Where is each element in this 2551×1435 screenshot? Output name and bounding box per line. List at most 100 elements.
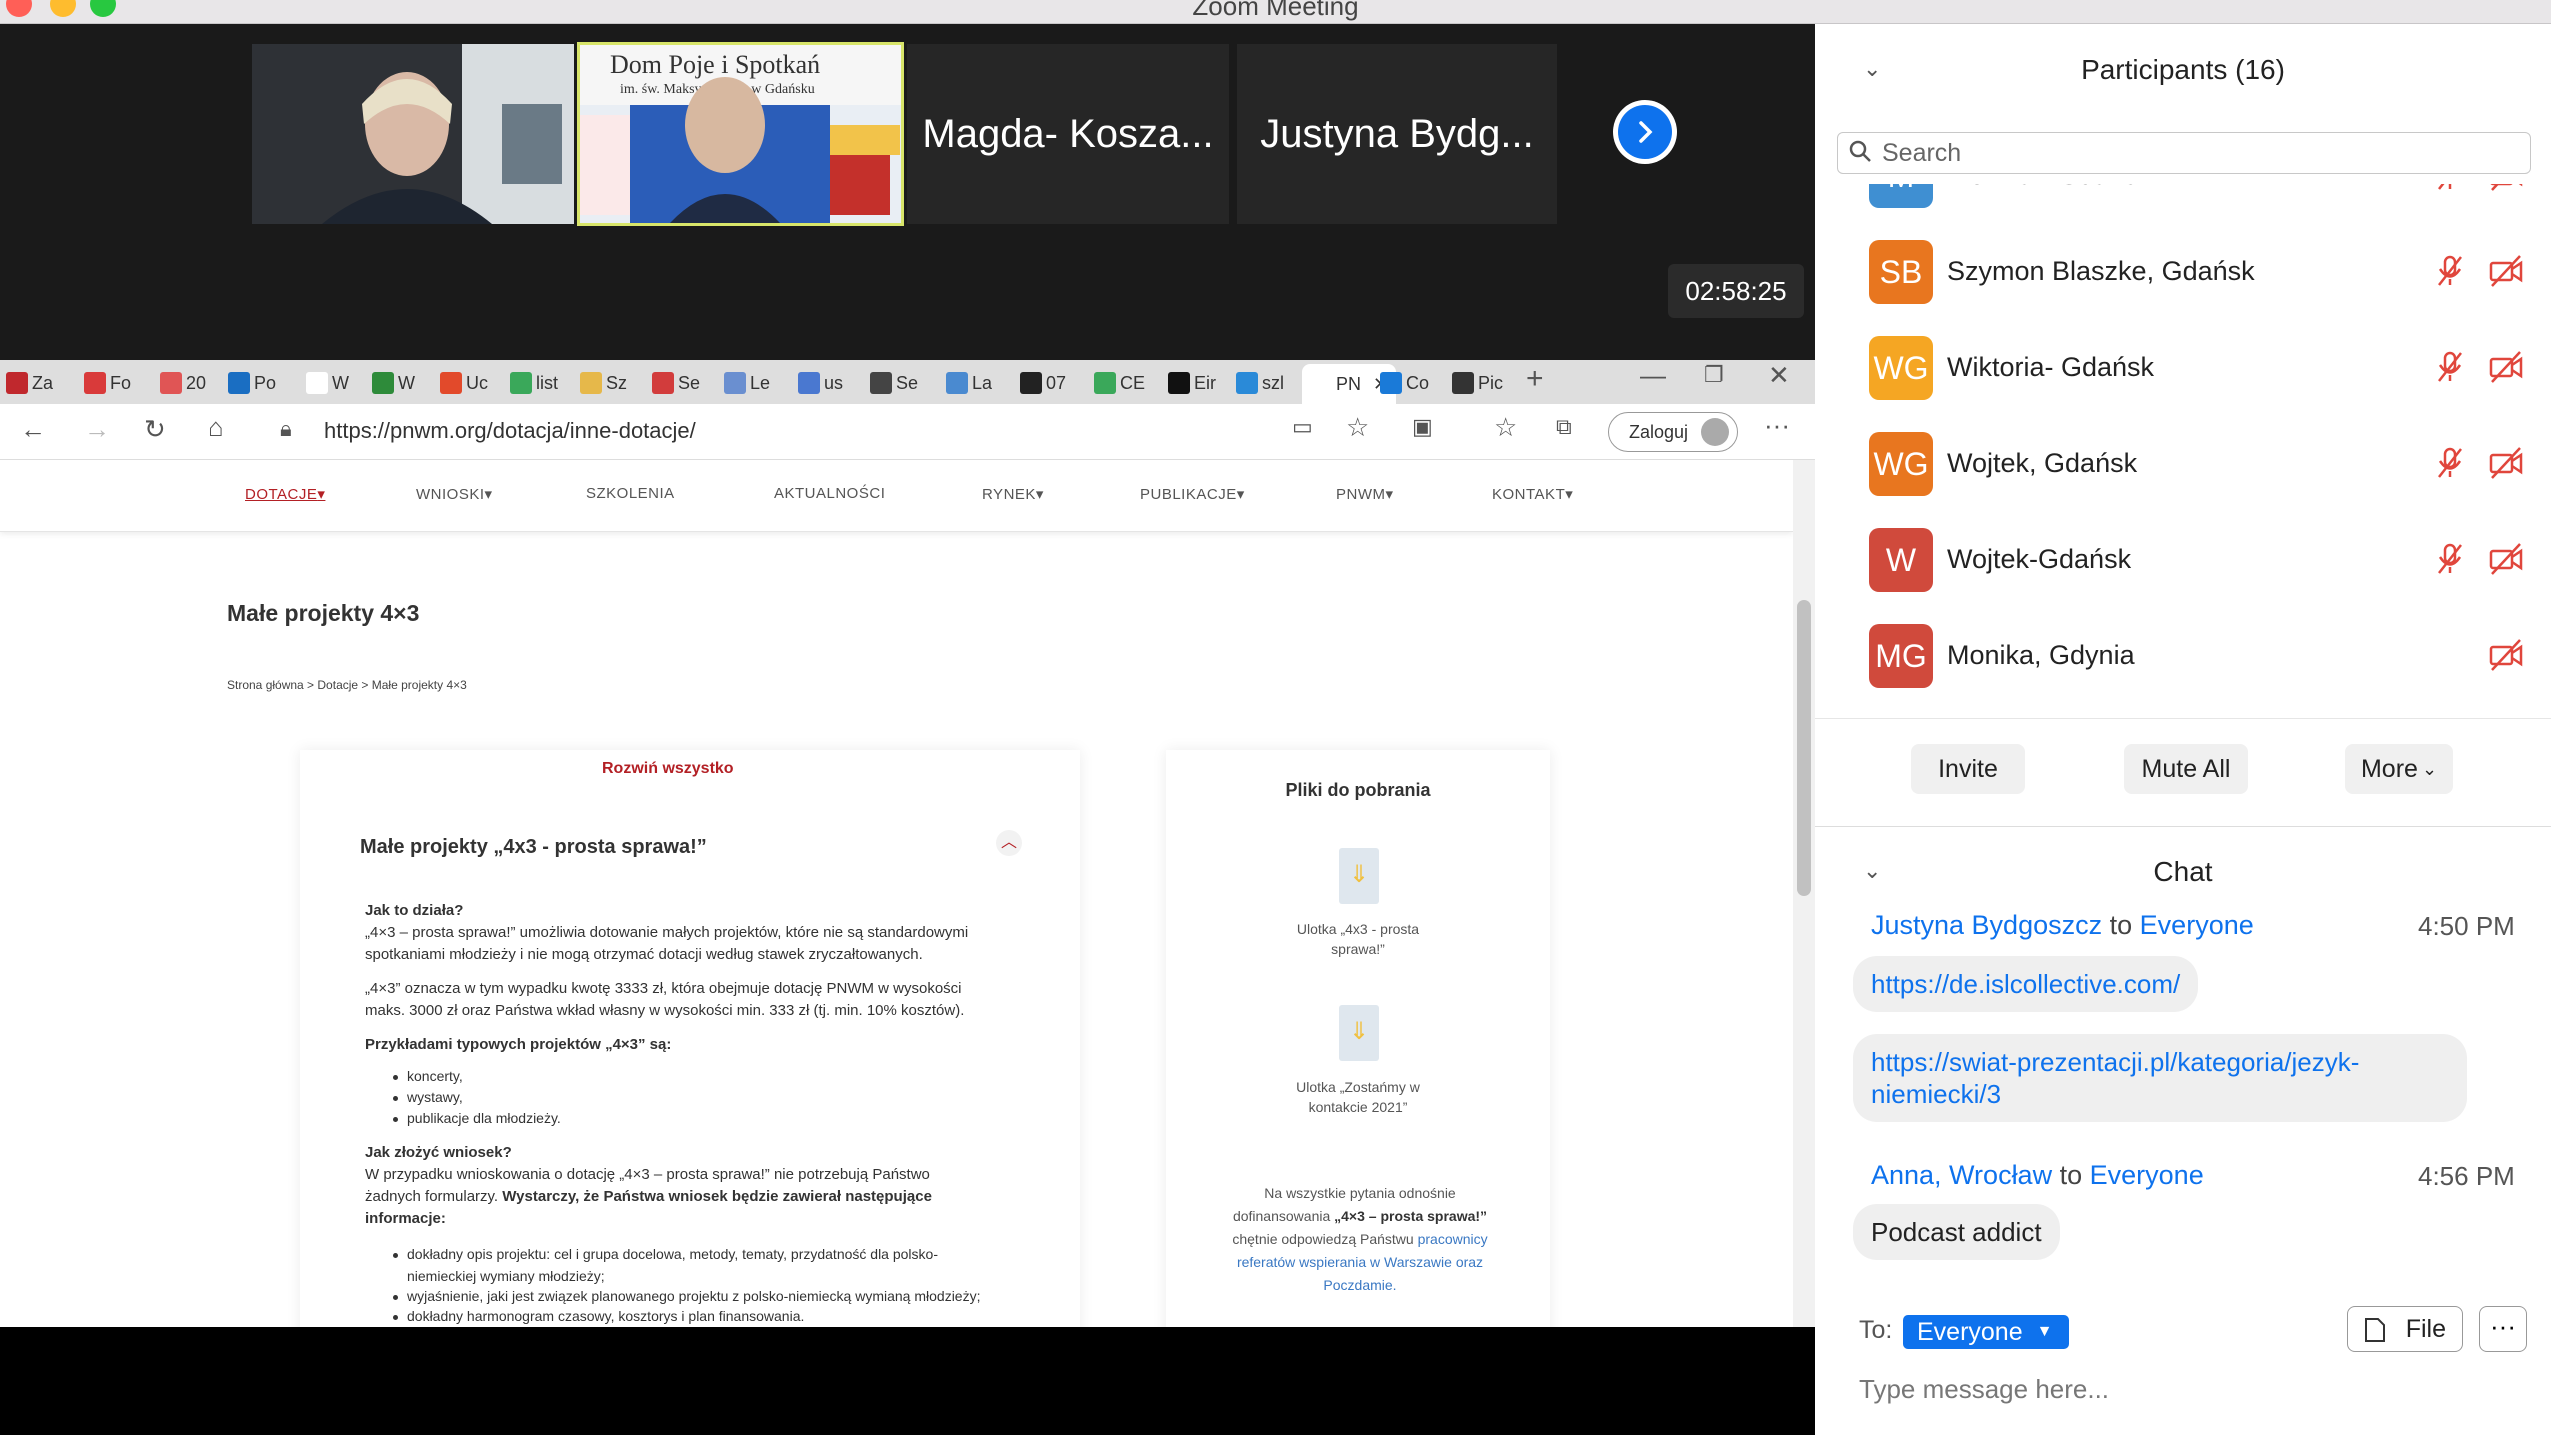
contact-link[interactable]: referatów wspierania w Warszawie oraz [1210, 1251, 1510, 1274]
browser-tab[interactable]: W [372, 366, 415, 400]
browser-tab[interactable]: Za [6, 366, 53, 400]
browser-tab[interactable]: La [946, 366, 992, 400]
participant-row[interactable]: WG Wojtek, Gdańsk [1815, 418, 2551, 514]
forward-icon[interactable]: → [84, 414, 110, 445]
microphone-muted-icon[interactable] [2433, 254, 2467, 288]
tab-favicon-icon [1236, 372, 1258, 394]
chevron-right-icon [1618, 105, 1672, 159]
browser-tab[interactable]: us [798, 366, 843, 400]
browser-tab[interactable]: Uc [440, 366, 488, 400]
video-off-icon[interactable] [2489, 446, 2523, 480]
reload-icon[interactable]: ↻ [144, 414, 166, 445]
file-button[interactable]: File [2347, 1306, 2463, 1352]
video-off-icon[interactable] [2489, 350, 2523, 384]
scrollbar-thumb[interactable] [1797, 600, 1811, 896]
tab-label: szl [1262, 372, 1284, 393]
video-thumbnail[interactable]: Magda- Kosza... [907, 44, 1229, 224]
browser-tab[interactable]: Po [228, 366, 276, 400]
extension-icon[interactable]: ▣ [1412, 414, 1433, 440]
browser-tab[interactable]: W [306, 366, 349, 400]
site-navigation: DOTACJE▾ WNIOSKI▾ SZKOLENIA AKTUALNOŚCI … [0, 460, 1793, 532]
nav-item-wnioski[interactable]: WNIOSKI▾ [416, 485, 493, 503]
page-scrollbar[interactable] [1793, 460, 1815, 1327]
more-button[interactable]: More ⌄ [2345, 744, 2453, 794]
browser-tab[interactable]: Se [870, 366, 918, 400]
close-icon[interactable]: ✕ [1768, 360, 1790, 391]
login-button[interactable]: Zaloguj [1608, 412, 1738, 452]
more-icon[interactable]: ··· [1764, 410, 1790, 441]
chat-message-link[interactable]: https://swiat-prezentacji.pl/kategoria/j… [1853, 1034, 2467, 1122]
video-thumbnail-active-speaker[interactable]: Dom Poje i Spotkań im. św. Maksymili ego… [577, 42, 904, 226]
microphone-muted-icon[interactable] [2433, 350, 2467, 384]
nav-item-aktualnosci[interactable]: AKTUALNOŚCI [774, 485, 885, 502]
accordion-title[interactable]: Małe projekty „4x3 - prosta sprawa!” [360, 836, 707, 859]
browser-tab[interactable]: Pic [1452, 366, 1503, 400]
contact-link[interactable]: Poczdamie. [1210, 1274, 1510, 1297]
chat-more-button[interactable]: ··· [2479, 1306, 2527, 1352]
favorites-icon[interactable]: ☆ [1494, 412, 1517, 443]
nav-item-publikacje[interactable]: PUBLIKACJE▾ [1140, 485, 1245, 503]
recipient-select[interactable]: Everyone ▼ [1903, 1315, 2069, 1349]
participant-name: Monika - Gdańsk [1947, 184, 2151, 191]
nav-item-kontakt[interactable]: KONTAKT▾ [1492, 485, 1573, 503]
nav-item-szkolenia[interactable]: SZKOLENIA [586, 485, 675, 502]
browser-tab[interactable]: Le [724, 366, 770, 400]
video-off-icon[interactable] [2489, 638, 2523, 672]
browser-tab[interactable]: CE [1094, 366, 1145, 400]
video-off-icon[interactable] [2489, 184, 2523, 192]
contact-link[interactable]: pracownicy [1418, 1231, 1488, 1247]
file-download-icon[interactable] [1339, 1005, 1379, 1061]
participant-row[interactable]: MG Monika, Gdynia [1815, 610, 2551, 706]
meeting-timer: 02:58:25 [1668, 264, 1804, 318]
invite-button[interactable]: Invite [1911, 744, 2025, 794]
microphone-muted-icon[interactable] [2433, 542, 2467, 576]
window-title: Zoom Meeting [1192, 0, 1359, 21]
address-bar[interactable]: 🔒︎ https://pnwm.org/dotacja/inne-dotacje… [268, 410, 1268, 452]
file-link[interactable]: Ulotka „4x3 - prosta sprawa!” [1268, 919, 1448, 959]
reader-view-icon[interactable]: ▭ [1292, 414, 1313, 440]
nav-item-rynek[interactable]: RYNEK▾ [982, 485, 1044, 503]
video-thumbnail[interactable] [252, 44, 574, 224]
browser-tab[interactable]: Co [1380, 366, 1429, 400]
new-tab-icon[interactable]: + [1526, 362, 1544, 396]
expand-all-link[interactable]: Rozwiń wszystko [602, 760, 734, 778]
participant-row[interactable]: WG Wiktoria- Gdańsk [1815, 322, 2551, 418]
video-off-icon[interactable] [2489, 542, 2523, 576]
favorite-icon[interactable]: ☆ [1346, 412, 1369, 443]
tab-favicon-icon [6, 372, 28, 394]
video-thumbnail[interactable]: Justyna Bydg... [1237, 44, 1557, 224]
restore-icon[interactable]: ❐ [1704, 362, 1724, 388]
microphone-muted-icon[interactable] [2433, 184, 2467, 192]
participant-row[interactable]: SB Szymon Blaszke, Gdańsk [1815, 226, 2551, 322]
browser-tab[interactable]: 20 [160, 366, 206, 400]
back-icon[interactable]: ← [20, 414, 46, 445]
microphone-muted-icon[interactable] [2433, 446, 2467, 480]
home-icon[interactable]: ⌂ [208, 412, 224, 443]
browser-tab[interactable]: Fo [84, 366, 131, 400]
file-link[interactable]: Ulotka „Zostańmy w kontakcie 2021” [1268, 1077, 1448, 1117]
browser-tab[interactable]: Se [652, 366, 700, 400]
video-off-icon[interactable] [2489, 254, 2523, 288]
participant-row[interactable]: W Wojtek-Gdańsk [1815, 514, 2551, 610]
participant-search-input[interactable]: Search [1837, 132, 2531, 174]
chat-message-link[interactable]: https://de.islcollective.com/ [1853, 956, 2199, 1012]
next-page-button[interactable] [1613, 100, 1677, 164]
browser-tab[interactable]: Eir [1168, 366, 1216, 400]
browser-tab[interactable]: list [510, 366, 558, 400]
collections-icon[interactable]: ⧉ [1556, 414, 1572, 440]
chat-message-input[interactable]: Type message here... [1859, 1374, 2109, 1405]
participant-row[interactable]: M Monika - Gdańsk [1815, 184, 2551, 226]
nav-item-pnwm[interactable]: PNWM▾ [1336, 485, 1394, 503]
nav-item-dotacje[interactable]: DOTACJE▾ [245, 485, 325, 503]
browser-tab[interactable]: Sz [580, 366, 627, 400]
tab-favicon-icon [1168, 372, 1190, 394]
browser-tab[interactable]: 07 [1020, 366, 1066, 400]
chevron-up-icon[interactable]: ︿ [996, 830, 1022, 856]
file-download-icon[interactable] [1339, 848, 1379, 904]
tab-favicon-icon [440, 372, 462, 394]
mute-all-button[interactable]: Mute All [2124, 744, 2248, 794]
avatar: M [1869, 184, 1933, 208]
breadcrumb[interactable]: Strona główna > Dotacje > Małe projekty … [227, 678, 467, 692]
browser-tab[interactable]: szl [1236, 366, 1284, 400]
minimize-icon[interactable]: — [1640, 360, 1666, 391]
